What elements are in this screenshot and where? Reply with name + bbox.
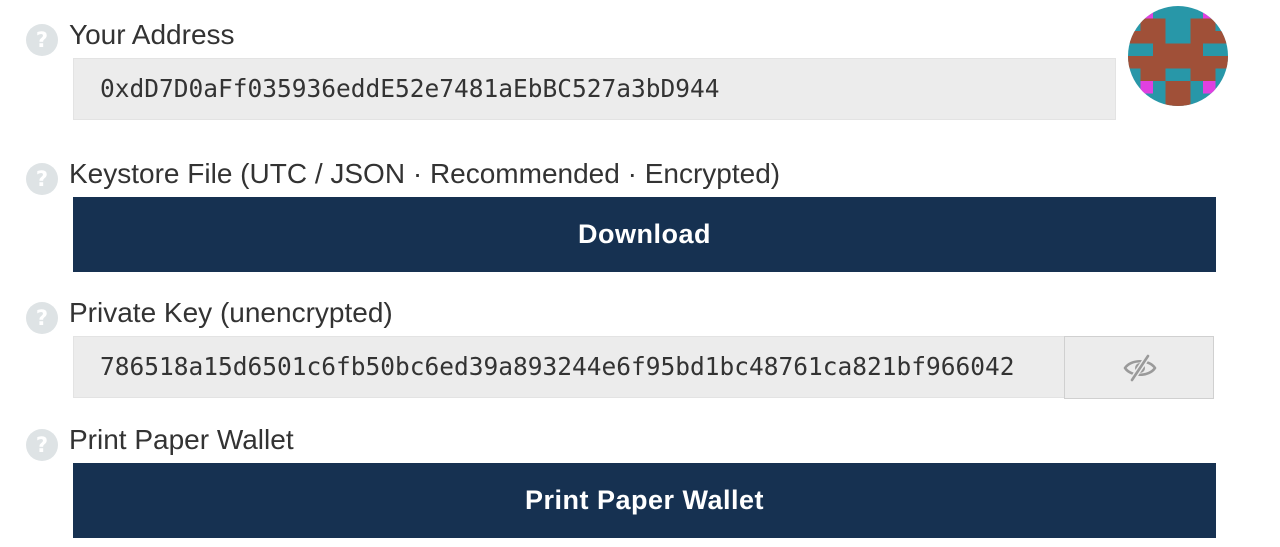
private-key-help-icon[interactable]: ?: [26, 302, 58, 334]
private-key-field[interactable]: 786518a15d6501c6fb50bc6ed39a893244e6f95b…: [73, 336, 1065, 398]
keystore-label: Keystore File (UTC / JSON · Recommended …: [69, 158, 781, 189]
private-key-label: Private Key (unencrypted): [69, 297, 393, 328]
identicon-image: [1128, 6, 1228, 106]
eye-slash-icon: [1123, 353, 1157, 383]
keystore-help-icon[interactable]: ?: [26, 163, 58, 195]
download-button[interactable]: Download: [73, 197, 1216, 272]
address-label: Your Address: [69, 19, 235, 50]
address-field[interactable]: 0xdD7D0aFf035936eddE52e7481aEbBC527a3bD9…: [73, 58, 1116, 120]
identicon-avatar: [1128, 6, 1228, 106]
toggle-visibility-button[interactable]: [1064, 336, 1214, 399]
paper-wallet-label: Print Paper Wallet: [69, 424, 294, 455]
print-paper-wallet-button[interactable]: Print Paper Wallet: [73, 463, 1216, 538]
address-help-icon[interactable]: ?: [26, 24, 58, 56]
wallet-info-panel: ? Your Address 0xdD7D0aFf035936eddE52e74…: [0, 0, 1280, 547]
paper-wallet-help-icon[interactable]: ?: [26, 429, 58, 461]
